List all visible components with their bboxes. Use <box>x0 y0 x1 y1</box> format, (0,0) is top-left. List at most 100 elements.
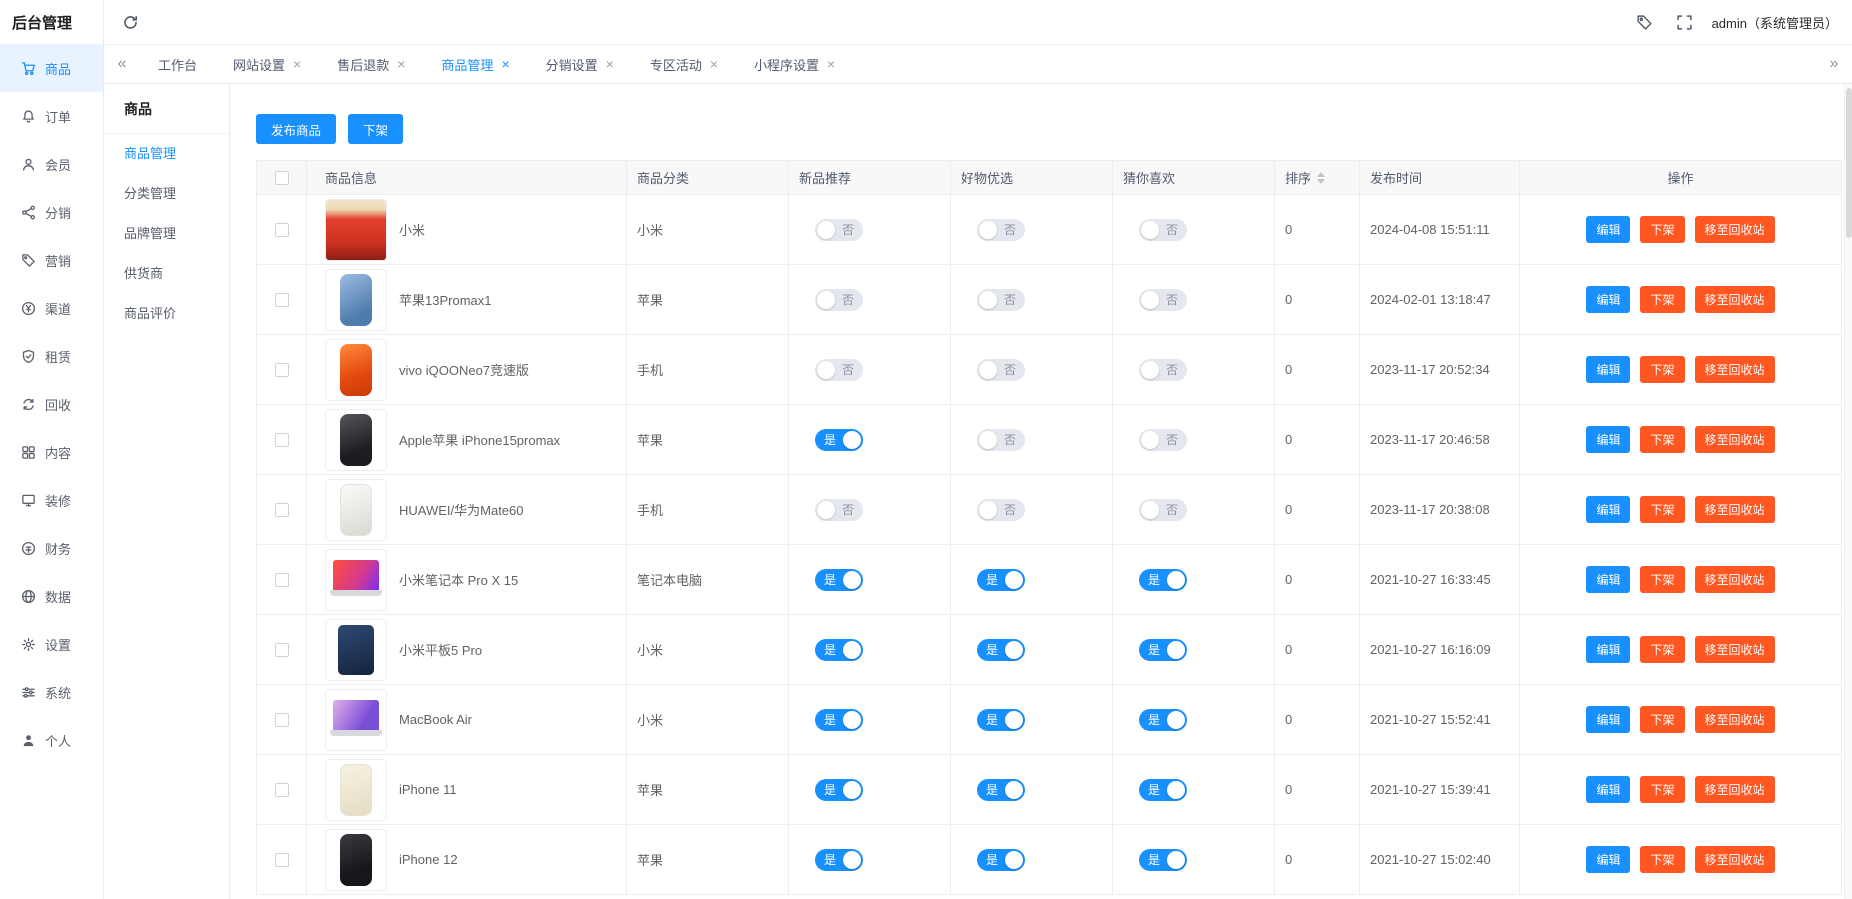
good-select-switch[interactable]: 是 <box>977 569 1025 591</box>
takedown-row-button[interactable]: 下架 <box>1640 566 1684 593</box>
vertical-scrollbar[interactable] <box>1844 84 1852 899</box>
row-checkbox[interactable] <box>275 713 289 727</box>
good-select-switch[interactable]: 是 <box>977 779 1025 801</box>
edit-button[interactable]: 编辑 <box>1586 216 1630 243</box>
new-recommend-switch[interactable]: 是 <box>815 779 863 801</box>
close-icon[interactable]: × <box>827 57 835 71</box>
sidebar-item-members[interactable]: 会员 <box>0 140 103 188</box>
row-checkbox[interactable] <box>275 853 289 867</box>
select-all-checkbox[interactable] <box>275 171 289 185</box>
guess-like-switch[interactable]: 否 <box>1139 429 1187 451</box>
move-to-recycle-button[interactable]: 移至回收站 <box>1695 496 1775 523</box>
move-to-recycle-button[interactable]: 移至回收站 <box>1695 636 1775 663</box>
sidebar-item-system[interactable]: 系统 <box>0 668 103 716</box>
takedown-row-button[interactable]: 下架 <box>1640 426 1684 453</box>
new-recommend-switch[interactable]: 是 <box>815 639 863 661</box>
edit-button[interactable]: 编辑 <box>1586 426 1630 453</box>
edit-button[interactable]: 编辑 <box>1586 356 1630 383</box>
row-checkbox[interactable] <box>275 433 289 447</box>
row-checkbox[interactable] <box>275 293 289 307</box>
good-select-switch[interactable]: 是 <box>977 849 1025 871</box>
move-to-recycle-button[interactable]: 移至回收站 <box>1695 356 1775 383</box>
tab-site-settings[interactable]: 网站设置× <box>215 45 319 83</box>
scrollbar-thumb[interactable] <box>1846 88 1852 238</box>
tab-aftersale-refund[interactable]: 售后退款× <box>319 45 423 83</box>
edit-button[interactable]: 编辑 <box>1586 286 1630 313</box>
user-info[interactable]: admin（系统管理员） <box>1712 13 1838 32</box>
new-recommend-switch[interactable]: 是 <box>815 429 863 451</box>
close-icon[interactable]: × <box>710 57 718 71</box>
refresh-button[interactable] <box>118 10 143 35</box>
sort-carets-icon[interactable] <box>1317 172 1325 184</box>
good-select-switch[interactable]: 否 <box>977 289 1025 311</box>
sidebar-item-orders[interactable]: 订单 <box>0 92 103 140</box>
sidebar-item-channels[interactable]: 渠道 <box>0 284 103 332</box>
guess-like-switch[interactable]: 否 <box>1139 289 1187 311</box>
new-recommend-switch[interactable]: 是 <box>815 709 863 731</box>
close-icon[interactable]: × <box>397 57 405 71</box>
submenu-item-supplier[interactable]: 供货商 <box>104 254 229 294</box>
new-recommend-switch[interactable]: 否 <box>815 219 863 241</box>
guess-like-switch[interactable]: 是 <box>1139 779 1187 801</box>
edit-button[interactable]: 编辑 <box>1586 706 1630 733</box>
guess-like-switch[interactable]: 是 <box>1139 849 1187 871</box>
close-icon[interactable]: × <box>606 57 614 71</box>
batch-takedown-button[interactable]: 下架 <box>348 114 403 144</box>
good-select-switch[interactable]: 否 <box>977 219 1025 241</box>
sidebar-item-data[interactable]: 数据 <box>0 572 103 620</box>
move-to-recycle-button[interactable]: 移至回收站 <box>1695 776 1775 803</box>
takedown-row-button[interactable]: 下架 <box>1640 286 1684 313</box>
sidebar-item-content[interactable]: 内容 <box>0 428 103 476</box>
edit-button[interactable]: 编辑 <box>1586 846 1630 873</box>
row-checkbox[interactable] <box>275 643 289 657</box>
move-to-recycle-button[interactable]: 移至回收站 <box>1695 286 1775 313</box>
move-to-recycle-button[interactable]: 移至回收站 <box>1695 706 1775 733</box>
sidebar-item-recycle[interactable]: 回收 <box>0 380 103 428</box>
new-recommend-switch[interactable]: 否 <box>815 499 863 521</box>
takedown-row-button[interactable]: 下架 <box>1640 776 1684 803</box>
guess-like-switch[interactable]: 否 <box>1139 359 1187 381</box>
submenu-item-category-manage[interactable]: 分类管理 <box>104 174 229 214</box>
row-checkbox[interactable] <box>275 573 289 587</box>
move-to-recycle-button[interactable]: 移至回收站 <box>1695 566 1775 593</box>
sidebar-item-goods[interactable]: 商品 <box>0 44 103 92</box>
tag-button[interactable] <box>1632 10 1657 35</box>
close-icon[interactable]: × <box>293 57 301 71</box>
row-checkbox[interactable] <box>275 223 289 237</box>
row-checkbox[interactable] <box>275 503 289 517</box>
takedown-row-button[interactable]: 下架 <box>1640 216 1684 243</box>
guess-like-switch[interactable]: 是 <box>1139 709 1187 731</box>
takedown-row-button[interactable]: 下架 <box>1640 496 1684 523</box>
takedown-row-button[interactable]: 下架 <box>1640 706 1684 733</box>
fullscreen-button[interactable] <box>1672 10 1697 35</box>
tab-miniprogram-settings[interactable]: 小程序设置× <box>736 45 853 83</box>
edit-button[interactable]: 编辑 <box>1586 566 1630 593</box>
sidebar-item-finance[interactable]: 财务 <box>0 524 103 572</box>
edit-button[interactable]: 编辑 <box>1586 776 1630 803</box>
sidebar-item-marketing[interactable]: 营销 <box>0 236 103 284</box>
sidebar-item-profile[interactable]: 个人 <box>0 716 103 764</box>
good-select-switch[interactable]: 是 <box>977 639 1025 661</box>
new-recommend-switch[interactable]: 否 <box>815 359 863 381</box>
edit-button[interactable]: 编辑 <box>1586 496 1630 523</box>
edit-button[interactable]: 编辑 <box>1586 636 1630 663</box>
sidebar-item-decoration[interactable]: 装修 <box>0 476 103 524</box>
row-checkbox[interactable] <box>275 363 289 377</box>
tab-goods-manage[interactable]: 商品管理× <box>423 45 527 83</box>
new-recommend-switch[interactable]: 是 <box>815 849 863 871</box>
submenu-item-brand-manage[interactable]: 品牌管理 <box>104 214 229 254</box>
takedown-row-button[interactable]: 下架 <box>1640 356 1684 383</box>
submenu-item-goods-manage[interactable]: 商品管理 <box>104 134 229 174</box>
tabs-collapse-right-icon[interactable]: » <box>1816 55 1852 73</box>
takedown-row-button[interactable]: 下架 <box>1640 846 1684 873</box>
tab-distribution-settings[interactable]: 分销设置× <box>528 45 632 83</box>
guess-like-switch[interactable]: 是 <box>1139 569 1187 591</box>
new-recommend-switch[interactable]: 否 <box>815 289 863 311</box>
move-to-recycle-button[interactable]: 移至回收站 <box>1695 216 1775 243</box>
submenu-item-goods-review[interactable]: 商品评价 <box>104 294 229 334</box>
guess-like-switch[interactable]: 否 <box>1139 499 1187 521</box>
good-select-switch[interactable]: 是 <box>977 709 1025 731</box>
row-checkbox[interactable] <box>275 783 289 797</box>
move-to-recycle-button[interactable]: 移至回收站 <box>1695 426 1775 453</box>
good-select-switch[interactable]: 否 <box>977 429 1025 451</box>
